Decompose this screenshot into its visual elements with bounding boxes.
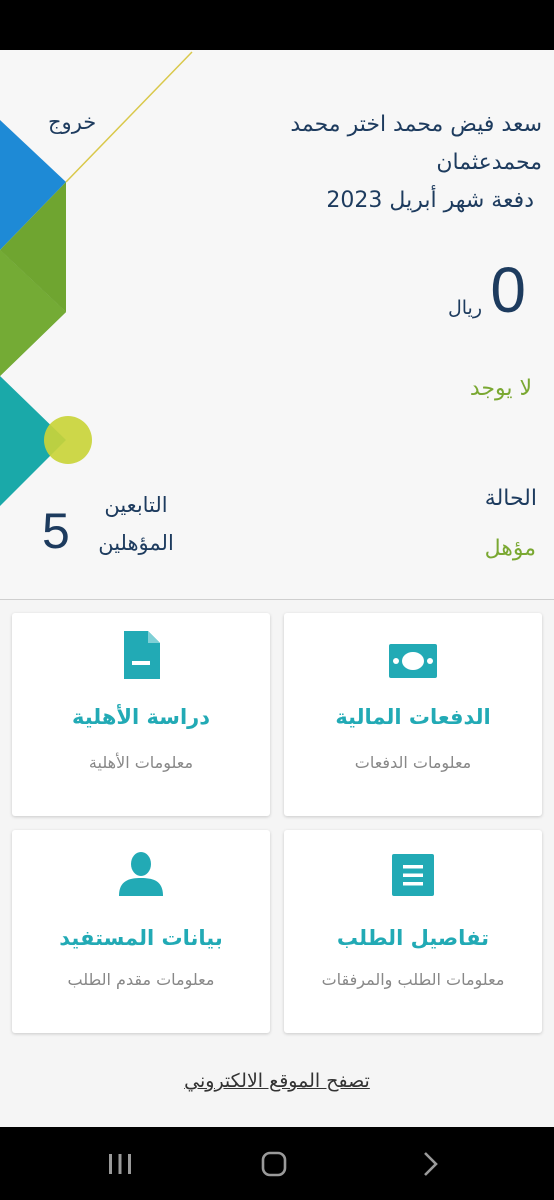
card-eligibility[interactable]: دراسة الأهلية معلومات الأهلية — [12, 613, 270, 816]
card-request-details-subtitle: معلومات الطلب والمرفقات — [321, 970, 505, 989]
card-request-details[interactable]: تفاصيل الطلب معلومات الطلب والمرفقات — [284, 830, 542, 1033]
card-eligibility-title: دراسة الأهلية — [71, 705, 211, 729]
payment-month: دفعة شهر أبريل 2023 — [326, 188, 534, 213]
back-button[interactable] — [390, 1127, 470, 1200]
header-panel: خروج سعد فيض محمد اختر محمد محمدعثمان دف… — [0, 50, 554, 600]
card-payments-subtitle: معلومات الدفعات — [354, 753, 472, 772]
money-icon — [389, 644, 437, 678]
back-icon — [424, 1151, 438, 1176]
list-icon — [392, 854, 434, 896]
dependents-label: التابعين المؤهلين — [98, 493, 174, 555]
recents-icon — [109, 1153, 131, 1174]
status-label: الحالة — [484, 486, 537, 511]
dependents-value: 5 — [42, 503, 70, 559]
person-icon — [119, 852, 163, 896]
home-icon — [261, 1151, 287, 1176]
card-payments-title: الدفعات المالية — [335, 705, 491, 729]
card-eligibility-subtitle: معلومات الأهلية — [88, 753, 194, 772]
logout-button[interactable]: خروج — [48, 110, 96, 134]
browse-website-link[interactable]: تصفح الموقع الالكتروني — [0, 1070, 554, 1092]
document-icon — [124, 631, 160, 679]
card-beneficiary-data[interactable]: بيانات المستفيد معلومات مقدم الطلب — [12, 830, 270, 1033]
card-request-details-title: تفاصيل الطلب — [336, 926, 490, 950]
divider — [0, 599, 554, 600]
card-payments[interactable]: الدفعات المالية معلومات الدفعات — [284, 613, 542, 816]
amount-value: 0 — [490, 254, 526, 326]
amount-note: لا يوجد — [469, 376, 532, 401]
recents-button[interactable] — [80, 1127, 160, 1200]
card-beneficiary-data-title: بيانات المستفيد — [59, 926, 223, 950]
status-bar — [0, 0, 554, 50]
home-button[interactable] — [234, 1127, 314, 1200]
status-value: مؤهل — [484, 536, 536, 561]
beneficiary-name: سعد فيض محمد اختر محمد محمدعثمان — [290, 112, 542, 175]
card-beneficiary-data-subtitle: معلومات مقدم الطلب — [67, 970, 215, 989]
navigation-bar — [0, 1127, 554, 1200]
amount-currency: ريال — [447, 297, 482, 319]
